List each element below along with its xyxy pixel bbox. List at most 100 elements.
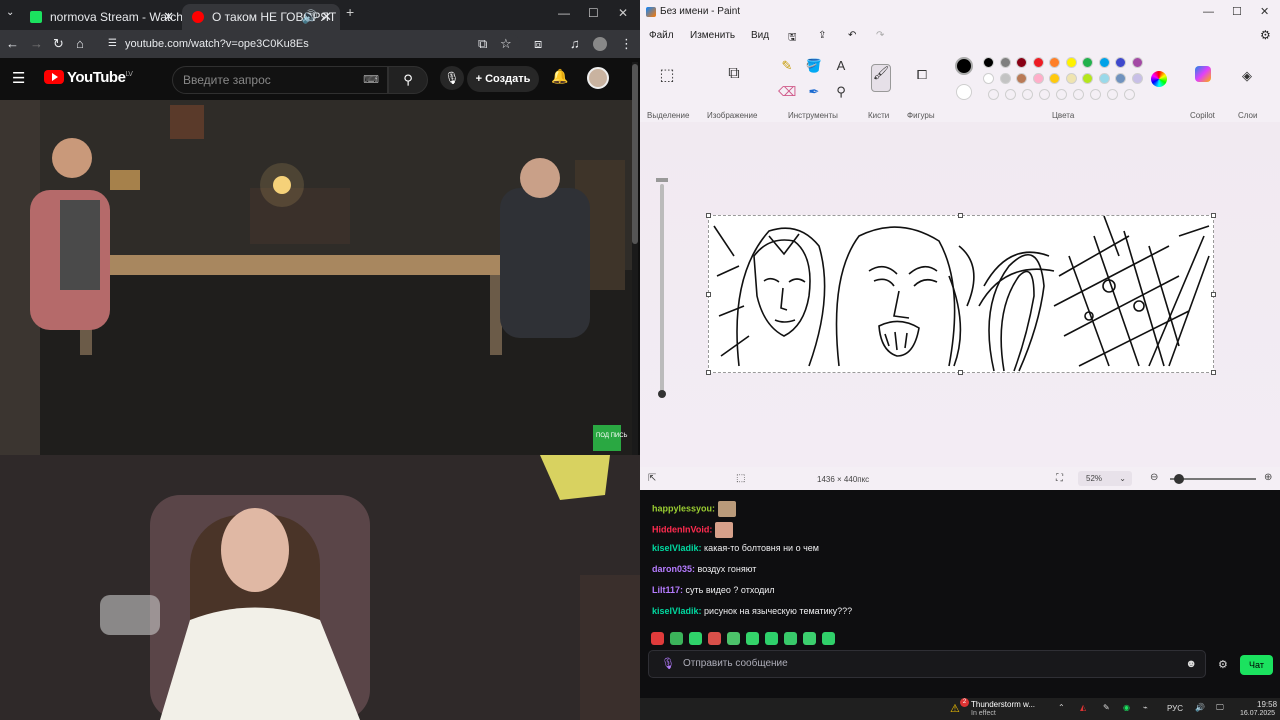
emote-button[interactable] bbox=[765, 632, 778, 645]
avatar[interactable] bbox=[587, 67, 609, 89]
emote-button[interactable] bbox=[803, 632, 816, 645]
reload-icon[interactable]: ↻ bbox=[53, 36, 64, 52]
maximize-icon[interactable]: ☐ bbox=[1232, 0, 1242, 24]
back-icon[interactable]: ← bbox=[6, 36, 19, 51]
color-swatch[interactable] bbox=[1131, 73, 1143, 84]
chat-username[interactable]: kiselVladik: bbox=[652, 606, 702, 616]
display-icon[interactable]: 🖵 bbox=[1216, 703, 1224, 713]
color-swatch[interactable] bbox=[1032, 57, 1044, 68]
custom-color-slot[interactable] bbox=[1005, 89, 1016, 100]
weather-title[interactable]: Thunderstorm w... bbox=[971, 700, 1035, 709]
brush-icon[interactable]: 🖌 bbox=[871, 64, 891, 92]
copilot-icon[interactable] bbox=[1195, 66, 1211, 82]
video-player[interactable]: ПОД ПИСЬ bbox=[0, 100, 632, 455]
custom-color-slot[interactable] bbox=[1056, 89, 1067, 100]
chat-username[interactable]: happylessyou: bbox=[652, 503, 715, 513]
fit-to-window-icon[interactable]: ⛶ bbox=[1056, 473, 1063, 484]
magnifier-icon[interactable]: ⚲ bbox=[832, 84, 850, 100]
notifications-bell-icon[interactable]: 🔔 bbox=[551, 68, 568, 85]
speaker-icon[interactable]: 🔊 bbox=[302, 4, 318, 30]
antivirus-icon[interactable]: ◭ bbox=[1080, 703, 1086, 712]
chat-message-input[interactable]: 🎙 Отправить сообщение ☻ bbox=[648, 650, 1206, 678]
drawing-canvas[interactable] bbox=[708, 215, 1214, 373]
new-tab-icon[interactable]: + bbox=[346, 4, 354, 20]
chat-settings-gear-icon[interactable]: ⚙ bbox=[1218, 658, 1228, 671]
color-swatch[interactable] bbox=[1115, 73, 1126, 84]
language-indicator[interactable]: РУС bbox=[1167, 704, 1183, 713]
page-scrollbar[interactable] bbox=[632, 62, 638, 455]
slider-top-grip[interactable] bbox=[656, 178, 668, 182]
chat-username[interactable]: kiselVladik: bbox=[652, 543, 702, 553]
color-swatch[interactable] bbox=[1082, 57, 1093, 68]
extensions-icon[interactable]: ⧈ bbox=[534, 36, 542, 52]
minimize-icon[interactable]: — bbox=[558, 6, 570, 20]
undo-icon[interactable]: ↶ bbox=[848, 30, 856, 41]
url-input[interactable]: ☰ youtube.com/watch?v=ope3C0Ku8Es bbox=[100, 33, 520, 55]
vertical-zoom-slider[interactable] bbox=[656, 178, 668, 398]
menu-kebab-icon[interactable]: ⋮ bbox=[620, 36, 633, 52]
install-icon[interactable]: ⧉ bbox=[478, 36, 487, 52]
primary-color[interactable] bbox=[955, 57, 973, 75]
color-swatch[interactable] bbox=[1065, 73, 1077, 84]
settings-gear-icon[interactable]: ⚙ bbox=[1260, 28, 1271, 42]
profile-avatar[interactable] bbox=[593, 37, 607, 51]
hamburger-menu-icon[interactable]: ☰ bbox=[12, 69, 25, 87]
emote-button[interactable] bbox=[822, 632, 835, 645]
tab-search-icon[interactable]: ⌄ bbox=[6, 7, 14, 18]
chat-username[interactable]: HiddenInVoid: bbox=[652, 524, 712, 534]
close-window-icon[interactable]: ✕ bbox=[618, 6, 628, 20]
resize-handle[interactable] bbox=[706, 292, 711, 297]
pencil-icon[interactable]: ✎ bbox=[778, 58, 796, 74]
color-swatch[interactable] bbox=[1098, 73, 1110, 84]
bookmark-star-icon[interactable]: ☆ bbox=[500, 36, 512, 52]
search-input[interactable]: Введите запрос ⌨ bbox=[172, 66, 388, 94]
color-swatch[interactable] bbox=[1032, 73, 1044, 84]
color-swatch[interactable] bbox=[1098, 57, 1110, 68]
voice-search-button[interactable]: 🎙 bbox=[440, 66, 464, 90]
emote-button[interactable] bbox=[708, 632, 721, 645]
resize-handle[interactable] bbox=[958, 370, 963, 375]
create-button[interactable]: + Создать bbox=[467, 66, 539, 92]
color-swatch[interactable] bbox=[1016, 57, 1027, 68]
custom-color-slot[interactable] bbox=[1073, 89, 1084, 100]
weather-warning-icon[interactable]: ⚠ bbox=[950, 702, 960, 715]
text-tool-icon[interactable]: A bbox=[832, 58, 850, 73]
custom-color-slot[interactable] bbox=[988, 89, 999, 100]
shapes-icon[interactable]: ⧠ bbox=[913, 67, 931, 83]
layers-icon[interactable]: ◈ bbox=[1238, 68, 1256, 84]
forward-icon[interactable]: → bbox=[30, 36, 43, 51]
media-control-icon[interactable]: ♫ bbox=[570, 36, 580, 51]
color-swatch[interactable] bbox=[983, 73, 994, 84]
chat-send-button[interactable]: Чат bbox=[1240, 655, 1273, 675]
emote-button[interactable] bbox=[689, 632, 702, 645]
image-tool-icon[interactable]: ⧉ bbox=[725, 65, 743, 83]
zoom-out-icon[interactable]: ⊖ bbox=[1150, 472, 1158, 483]
emoji-icon[interactable]: ☻ bbox=[1185, 651, 1197, 677]
resize-handle[interactable] bbox=[706, 370, 711, 375]
emote-button[interactable] bbox=[727, 632, 740, 645]
menu-edit[interactable]: Изменить bbox=[690, 30, 735, 41]
zoom-select[interactable]: 52% ⌄ bbox=[1078, 471, 1132, 486]
eraser-icon[interactable]: ⌫ bbox=[778, 84, 796, 100]
fill-bucket-icon[interactable]: 🪣 bbox=[805, 58, 823, 74]
emote-button[interactable] bbox=[651, 632, 664, 645]
search-button[interactable]: ⚲ bbox=[388, 66, 428, 94]
volume-icon[interactable]: 🔊 bbox=[1195, 703, 1205, 712]
site-info-icon[interactable]: ☰ bbox=[108, 33, 117, 55]
close-icon[interactable]: ✕ bbox=[163, 4, 174, 30]
maximize-icon[interactable]: ☐ bbox=[588, 6, 599, 20]
slider-thumb[interactable] bbox=[658, 390, 666, 398]
color-swatch[interactable] bbox=[1049, 57, 1060, 68]
app-tray-icon[interactable]: ◉ bbox=[1123, 703, 1130, 712]
color-swatch[interactable] bbox=[1115, 57, 1126, 68]
resize-handle[interactable] bbox=[1211, 213, 1216, 218]
color-swatch[interactable] bbox=[1065, 57, 1077, 68]
close-icon[interactable]: ✕ bbox=[321, 4, 332, 30]
close-window-icon[interactable]: ✕ bbox=[1260, 0, 1269, 24]
redo-icon[interactable]: ↷ bbox=[876, 30, 884, 41]
chevron-up-icon[interactable]: ⌃ bbox=[1058, 703, 1065, 712]
keyboard-icon[interactable]: ⌨ bbox=[363, 67, 379, 93]
emote-button[interactable] bbox=[784, 632, 797, 645]
custom-color-slot[interactable] bbox=[1039, 89, 1050, 100]
edit-colors-icon[interactable] bbox=[1151, 71, 1167, 87]
